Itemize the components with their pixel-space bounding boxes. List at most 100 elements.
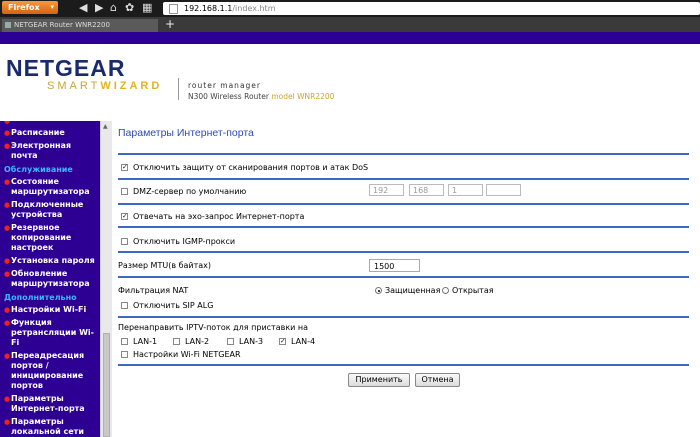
bullet-icon: ● (4, 319, 11, 327)
sidebar-item-label: Резервное копирование настроек (11, 223, 72, 252)
bullet-icon: ● (4, 352, 11, 360)
divider (118, 316, 689, 318)
bullet-icon: ● (4, 142, 11, 150)
sidebar-item-router-status[interactable]: ● Состояние маршрутизатора (0, 177, 100, 197)
url-path: /index.htm (232, 4, 276, 13)
dmz-row: DMZ-сервер по умолчанию (121, 187, 246, 197)
sidebar-item-label: Параметры Интернет-порта (11, 394, 85, 413)
sidebar-item-wifi-settings[interactable]: ● Настройки Wi-Fi (0, 305, 100, 315)
dmz-label: DMZ-сервер по умолчанию (133, 187, 247, 196)
sidebar-item-label: Настройки Wi-Fi (11, 305, 87, 314)
sidebar-item-port-forwarding[interactable]: ● Переадресация портов / инициирование по… (0, 351, 100, 391)
header-divider (178, 78, 179, 100)
lan2-option[interactable]: LAN-2 (173, 337, 209, 347)
main-content: Параметры Интернет-порта Отключить защит… (113, 121, 700, 437)
mtu-label: Размер MTU(в байтах) (118, 261, 212, 270)
sidebar-item-label: Параметры локальной сети (11, 417, 84, 436)
dmz-ip-octet-2[interactable]: 168 (409, 184, 444, 196)
sidebar-group-advanced[interactable]: Дополнительно (0, 292, 100, 303)
lan3-checkbox[interactable] (227, 338, 234, 345)
lan1-label: LAN-1 (133, 337, 158, 346)
sidebar-top-spacer: ● (0, 121, 100, 128)
page-title: Параметры Интернет-порта (118, 127, 254, 139)
back-icon[interactable]: ◀ (79, 1, 87, 15)
chevron-down-icon: ▾ (50, 3, 54, 11)
dmz-ip-octet-1[interactable]: 192 (369, 184, 404, 196)
sidebar-item-schedule[interactable]: ● Расписание (0, 128, 100, 138)
apply-button[interactable]: Применить (348, 373, 410, 387)
nat-option-secured[interactable]: Защищенная (375, 286, 440, 296)
sidebar-item-wifi-repeater[interactable]: ● Функция ретрансляции Wi-Fi (0, 318, 100, 348)
firefox-menu-label: Firefox (8, 3, 40, 12)
sidebar-group-maintenance[interactable]: Обслуживание (0, 164, 100, 175)
divider (118, 226, 689, 228)
bookmarks-icon[interactable]: ✿ (125, 1, 134, 15)
mtu-input[interactable]: 1500 (369, 259, 420, 272)
lan2-checkbox[interactable] (173, 338, 180, 345)
sidebar-item-label: Подключенные устройства (11, 200, 84, 219)
sip-row: Отключить SIP ALG (121, 301, 213, 311)
forward-icon[interactable]: ▶ (95, 1, 103, 15)
sidebar-scrollbar[interactable]: ▲ (100, 121, 112, 437)
sidebar-item-email[interactable]: ● Электронная почта (0, 141, 100, 161)
cancel-button[interactable]: Отмена (415, 373, 460, 387)
header-strip (0, 32, 700, 44)
smartwizard-logo: SMARTWIZARD (47, 80, 162, 92)
tab-title: NETGEAR Router WNR2200 (14, 21, 110, 29)
lan2-label: LAN-2 (185, 337, 210, 346)
ping-checkbox[interactable] (121, 211, 128, 221)
lan3-option[interactable]: LAN-3 (227, 337, 263, 347)
ping-label: Отвечать на эхо-запрос Интернет-порта (133, 212, 305, 221)
sidebar-item-set-password[interactable]: ● Установка пароля (0, 256, 100, 266)
dmz-ip-octet-3[interactable]: 1 (448, 184, 483, 196)
tab-bar: NETGEAR Router WNR2200 + (0, 17, 700, 32)
url-host: 192.168.1.1 (184, 4, 233, 13)
browser-tab[interactable]: NETGEAR Router WNR2200 (2, 19, 158, 32)
nat-open-radio[interactable] (442, 287, 449, 294)
bullet-icon: ● (4, 418, 11, 426)
bullet-icon: ● (4, 129, 11, 137)
sidebar-item-label: Обновление маршрутизатора (11, 269, 90, 288)
sidebar-item-backup-settings[interactable]: ● Резервное копирование настроек (0, 223, 100, 253)
dos-label: Отключить защиту от сканирования портов … (133, 163, 369, 172)
lan4-label: LAN-4 (291, 337, 316, 346)
sidebar-item-router-update[interactable]: ● Обновление маршрутизатора (0, 269, 100, 289)
model-label: N300 Wireless Router model WNR2200 (188, 92, 334, 101)
dos-checkbox[interactable] (121, 162, 128, 172)
firefox-menu-button[interactable]: Firefox ▾ (2, 1, 58, 14)
sidebar-item-label: Расписание (11, 128, 65, 137)
sidebar-item-lan-setup[interactable]: ● Параметры локальной сети (0, 417, 100, 437)
divider (118, 364, 689, 366)
apps-grid-icon[interactable]: ▦ (142, 1, 152, 15)
page-icon (169, 3, 178, 14)
sidebar-item-label: Установка пароля (11, 256, 95, 265)
lan1-option[interactable]: LAN-1 (121, 337, 157, 347)
new-tab-button[interactable]: + (163, 18, 177, 31)
sidebar-item-attached-devices[interactable]: ● Подключенные устройства (0, 200, 100, 220)
bullet-icon: ● (4, 257, 11, 265)
divider (118, 276, 689, 278)
dmz-checkbox[interactable] (121, 188, 128, 195)
nat-option-open[interactable]: Открытая (442, 286, 494, 296)
ping-row: Отвечать на эхо-запрос Интернет-порта (121, 211, 305, 222)
nat-secured-radio[interactable] (375, 287, 382, 294)
scroll-up-icon[interactable]: ▲ (103, 123, 108, 130)
igmp-checkbox[interactable] (121, 238, 128, 245)
dos-row: Отключить защиту от сканирования портов … (121, 162, 369, 173)
wifi-checkbox[interactable] (121, 351, 128, 358)
sidebar-item-wan-setup[interactable]: ● Параметры Интернет-порта (0, 394, 100, 414)
dmz-ip-octet-4[interactable] (486, 184, 521, 196)
netgear-logo: NETGEAR (6, 55, 126, 81)
home-icon[interactable]: ⌂ (110, 1, 117, 15)
divider (118, 251, 689, 253)
nat-open-label: Открытая (452, 286, 494, 295)
lan4-option[interactable]: LAN-4 (279, 336, 316, 347)
wifi-label: Настройки Wi-Fi NETGEAR (133, 350, 241, 359)
sidebar-item-label: Функция ретрансляции Wi-Fi (11, 318, 94, 347)
scrollbar-thumb[interactable] (103, 333, 110, 437)
lan4-checkbox[interactable] (279, 336, 286, 346)
sip-checkbox[interactable] (121, 302, 128, 309)
lan1-checkbox[interactable] (121, 338, 128, 345)
igmp-label: Отключить IGMP-прокси (133, 237, 236, 246)
address-bar[interactable]: 192.168.1.1/index.htm (163, 2, 700, 15)
